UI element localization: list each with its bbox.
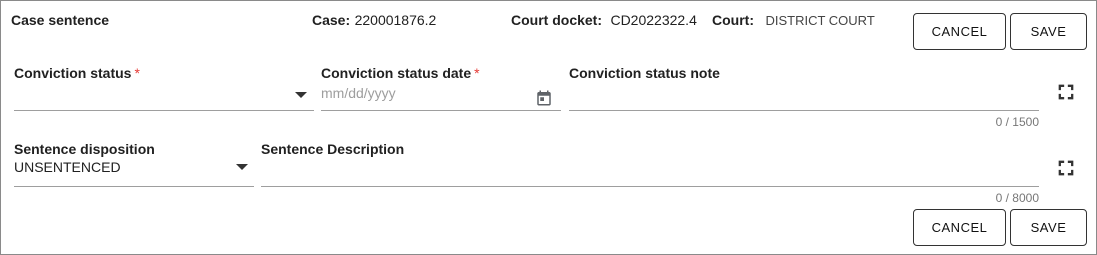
fullscreen-expand-icon[interactable] <box>1055 81 1077 103</box>
panel-title: Case sentence <box>11 12 110 28</box>
conviction-status-note-counter: 0 / 1500 <box>995 115 1039 129</box>
required-asterisk: * <box>134 65 140 81</box>
cancel-button-top[interactable]: CANCEL <box>913 13 1006 50</box>
sentence-description-input[interactable] <box>261 161 1037 183</box>
court-label: Court: <box>712 12 754 28</box>
docket-number: CD2022322.4 <box>610 12 697 28</box>
conviction-status-select[interactable] <box>14 85 294 105</box>
case-sentence-panel: Case sentence Case: 220001876.2 Court do… <box>0 0 1097 255</box>
conviction-status-date-underline <box>321 110 561 111</box>
conviction-status-label: Conviction status * <box>14 65 140 81</box>
required-asterisk: * <box>474 65 480 81</box>
case-info: Case: 220001876.2 <box>312 12 436 30</box>
fullscreen-expand-icon[interactable] <box>1055 157 1077 179</box>
sentence-description-counter: 0 / 8000 <box>995 191 1039 205</box>
save-button-bottom[interactable]: SAVE <box>1010 209 1087 246</box>
sentence-disposition-select[interactable]: UNSENTENCED <box>14 159 224 179</box>
conviction-status-date-label-text: Conviction status date <box>321 65 472 81</box>
sentence-disposition-label: Sentence disposition <box>14 141 155 157</box>
cancel-button-bottom[interactable]: CANCEL <box>913 209 1006 246</box>
caret-down-icon[interactable] <box>236 164 248 170</box>
conviction-status-underline <box>14 110 314 111</box>
conviction-status-date-label: Conviction status date * <box>321 65 480 81</box>
court-info: Court: DISTRICT COURT <box>712 12 875 30</box>
conviction-status-label-text: Conviction status <box>14 65 132 81</box>
conviction-status-note-label: Conviction status note <box>569 65 720 81</box>
sentence-disposition-underline <box>14 186 254 187</box>
conviction-status-note-underline <box>569 110 1039 111</box>
case-label: Case: <box>312 12 351 28</box>
conviction-status-date-input[interactable] <box>321 83 521 103</box>
case-number: 220001876.2 <box>354 12 437 28</box>
calendar-icon[interactable] <box>535 89 553 107</box>
sentence-description-underline <box>261 186 1039 187</box>
save-button-top[interactable]: SAVE <box>1010 13 1087 50</box>
conviction-status-note-input[interactable] <box>569 85 1037 107</box>
caret-down-icon[interactable] <box>295 92 307 98</box>
sentence-description-label: Sentence Description <box>261 141 405 157</box>
docket-label: Court docket: <box>511 12 602 28</box>
docket-info: Court docket: CD2022322.4 <box>511 12 697 30</box>
court-name: DISTRICT COURT <box>765 13 875 28</box>
